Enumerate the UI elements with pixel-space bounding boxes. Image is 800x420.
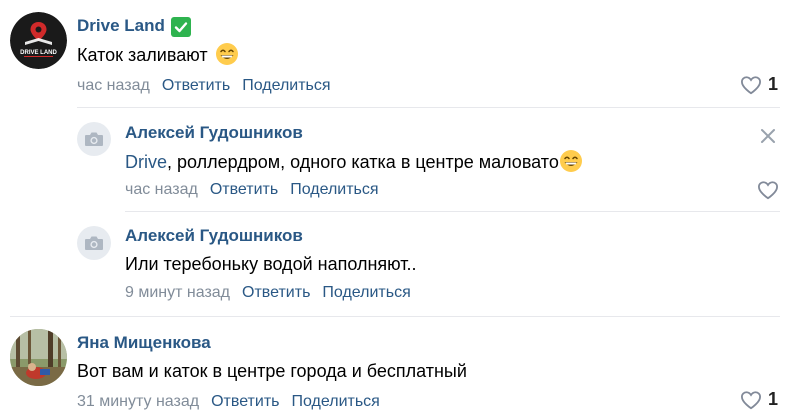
reply-button[interactable]: Ответить <box>210 181 278 198</box>
comment-meta: 31 минуту назад Ответить Поделиться <box>77 392 380 412</box>
comment-author[interactable]: Drive Land <box>77 15 191 37</box>
reply-author[interactable]: Алексей Гудошников <box>125 122 303 144</box>
verified-icon <box>170 17 191 37</box>
user-photo <box>10 329 67 386</box>
divider <box>125 211 780 212</box>
like-button[interactable] <box>757 180 779 200</box>
comment-author[interactable]: Яна Мищенкова <box>77 332 211 354</box>
grinning-emoji-icon <box>559 150 582 172</box>
mention-link[interactable]: Drive <box>125 152 167 172</box>
comment-text: Вот вам и каток в центре города и беспла… <box>77 361 467 381</box>
comment-meta: час назад Ответить Поделиться <box>77 76 331 96</box>
like-count: 1 <box>768 389 779 409</box>
share-button[interactable]: Поделиться <box>290 181 378 198</box>
reply-button[interactable]: Ответить <box>211 393 279 410</box>
avatar[interactable] <box>77 122 111 156</box>
comment-time[interactable]: час назад <box>77 77 150 94</box>
divider <box>10 316 780 317</box>
share-button[interactable]: Поделиться <box>322 284 410 301</box>
avatar[interactable]: DRIVE LAND <box>10 12 67 69</box>
heart-icon <box>740 75 762 94</box>
reply-button[interactable]: Ответить <box>242 284 310 301</box>
avatar[interactable] <box>10 329 67 386</box>
comment-time[interactable]: 31 минуту назад <box>77 393 199 410</box>
delete-icon[interactable] <box>759 127 777 150</box>
share-button[interactable]: Поделиться <box>242 77 330 94</box>
reply-text-content: , роллердром, одного катка в центре мало… <box>167 152 559 172</box>
avatar[interactable] <box>77 226 111 260</box>
reply-meta: 9 минут назад Ответить Поделиться <box>125 283 411 303</box>
reply-button[interactable]: Ответить <box>162 77 230 94</box>
share-button[interactable]: Поделиться <box>291 393 379 410</box>
reply-meta: час назад Ответить Поделиться <box>125 180 379 200</box>
comment-text-content: Каток заливают <box>77 45 208 65</box>
reply-text: Drive, роллердром, одного катка в центре… <box>125 149 583 174</box>
drive-land-logo: DRIVE LAND <box>10 12 67 69</box>
camera-icon <box>85 236 103 250</box>
reply-time[interactable]: 9 минут назад <box>125 284 230 301</box>
logo-text: DRIVE LAND <box>20 50 57 56</box>
reply-author[interactable]: Алексей Гудошников <box>125 225 303 247</box>
like-button[interactable]: 1 <box>740 74 778 95</box>
comment-text: Каток заливают <box>77 42 239 67</box>
heart-icon <box>757 181 779 200</box>
divider <box>77 107 780 108</box>
reply-text: Или теребоньку водой наполняют.. <box>125 254 417 274</box>
heart-icon <box>740 390 762 409</box>
like-count: 1 <box>768 74 779 94</box>
like-button[interactable]: 1 <box>740 389 778 410</box>
reply-time[interactable]: час назад <box>125 181 198 198</box>
grinning-emoji-icon <box>215 43 238 65</box>
camera-icon <box>85 132 103 146</box>
author-name[interactable]: Drive Land <box>77 16 165 35</box>
